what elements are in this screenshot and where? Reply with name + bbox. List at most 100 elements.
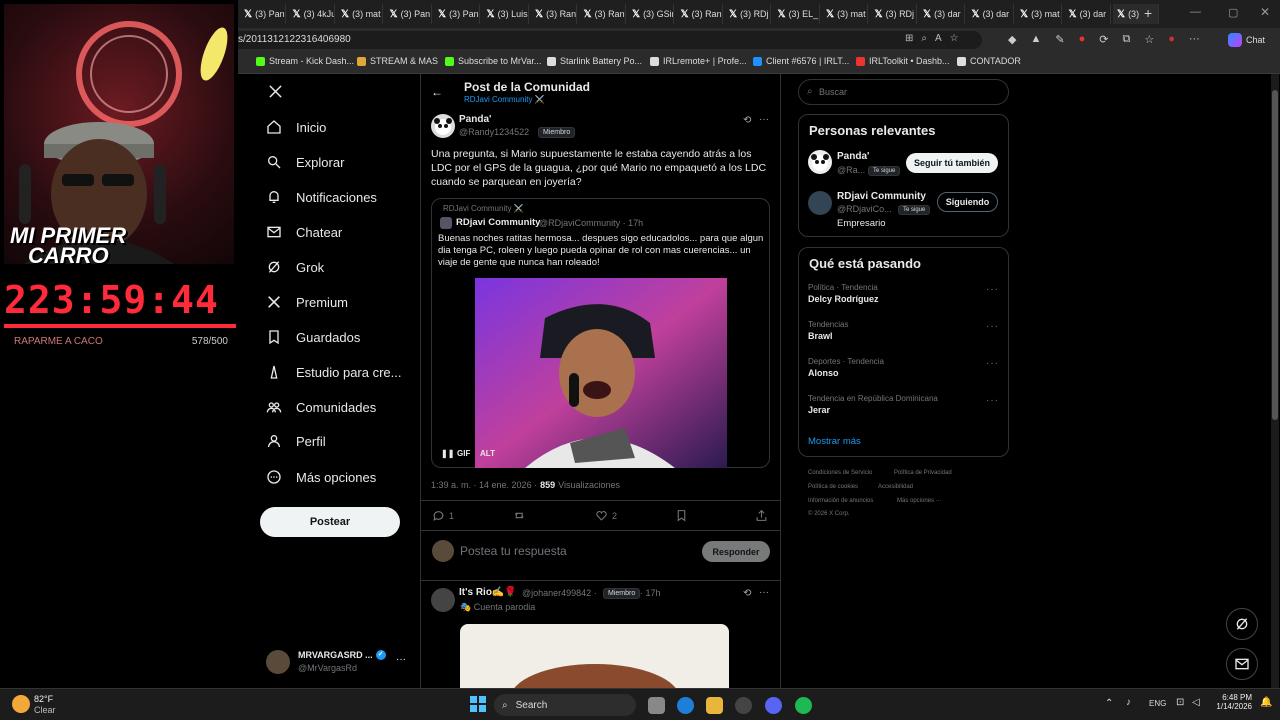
post-button[interactable]: Postear bbox=[260, 507, 400, 537]
avatar[interactable] bbox=[808, 150, 832, 174]
extensions-icon[interactable]: ⧉ bbox=[1122, 33, 1130, 46]
zoom-icon[interactable]: ⌕ bbox=[921, 33, 927, 44]
avatar[interactable] bbox=[808, 191, 832, 215]
trend-item[interactable]: Deportes · Tendencia Alonso bbox=[808, 357, 884, 378]
footer-link[interactable]: Más opciones ··· bbox=[897, 498, 942, 504]
more-icon[interactable]: ··· bbox=[986, 284, 999, 295]
minimize-button[interactable]: — bbox=[1190, 6, 1201, 18]
profile-avatar[interactable]: ● bbox=[1168, 33, 1175, 46]
share-action[interactable] bbox=[755, 509, 768, 522]
footer-link[interactable]: Política de Privacidad bbox=[894, 470, 952, 476]
nav-item-home[interactable]: Inicio bbox=[266, 119, 326, 135]
nav-item-premium[interactable]: Premium bbox=[266, 294, 348, 310]
tray-chevron-icon[interactable]: ⌃ bbox=[1105, 698, 1113, 709]
more-icon[interactable]: ··· bbox=[1189, 33, 1200, 46]
browser-tab[interactable]: 𝕏 (3) Ran bbox=[677, 4, 723, 24]
messages-fab[interactable] bbox=[1226, 648, 1258, 680]
nav-item-chat[interactable]: Chatear bbox=[266, 224, 342, 240]
community-link[interactable]: RDJavi Community ⚔️ bbox=[464, 95, 545, 104]
browser-tab[interactable]: 𝕏 (3) Luis bbox=[483, 4, 529, 24]
browser-tab[interactable]: 𝕏 (3) Pan bbox=[240, 4, 286, 24]
network-icon[interactable]: ⊡ bbox=[1176, 697, 1184, 708]
browser-tab[interactable]: 𝕏 (3) 4kJu bbox=[289, 4, 335, 24]
bookmark-item[interactable]: STREAM & MAS bbox=[357, 56, 438, 66]
weather-icon[interactable] bbox=[12, 695, 30, 713]
browser-tab[interactable]: 𝕏 (3) mat bbox=[337, 4, 383, 24]
favorite-star-icon[interactable]: ☆ bbox=[950, 33, 959, 44]
nav-item-creator-studio[interactable]: Estudio para cre... bbox=[266, 364, 402, 380]
install-app-icon[interactable]: ⊞ bbox=[905, 33, 913, 44]
post-handle[interactable]: @Randy1234522 bbox=[459, 127, 529, 137]
clock[interactable]: 6:48 PM 1/14/2026 bbox=[1212, 693, 1252, 711]
post-media[interactable] bbox=[460, 624, 729, 688]
browser-tab[interactable]: 𝕏 (3) RDj bbox=[871, 4, 917, 24]
person-name[interactable]: Panda' bbox=[837, 151, 869, 162]
more-icon[interactable]: ··· bbox=[396, 654, 406, 665]
edge-icon[interactable] bbox=[677, 697, 694, 714]
more-icon[interactable]: ··· bbox=[759, 587, 769, 598]
post-handle[interactable]: @johaner499842 · bbox=[522, 588, 597, 598]
copilot-chat-button[interactable]: Chat bbox=[1228, 33, 1265, 47]
person-handle[interactable]: @RDjaviCo... bbox=[837, 204, 892, 214]
browser-tab[interactable]: 𝕏 (3) dar bbox=[968, 4, 1014, 24]
gif-media[interactable] bbox=[475, 278, 727, 468]
post-author[interactable]: It's Rio✍️🌹 bbox=[459, 587, 517, 598]
nav-item-profile[interactable]: Perfil bbox=[266, 433, 326, 449]
extension-icon[interactable]: ● bbox=[1079, 33, 1086, 46]
browser-tab[interactable]: 𝕏 (3) GSin bbox=[628, 4, 674, 24]
spotify-icon[interactable] bbox=[795, 697, 812, 714]
volume-icon[interactable]: ◁ bbox=[1192, 697, 1200, 708]
like-action[interactable]: 2 bbox=[595, 509, 617, 522]
browser-tab[interactable]: 𝕏 (3) EL_ bbox=[774, 4, 820, 24]
bookmark-item[interactable]: Stream - Kick Dash... bbox=[256, 56, 354, 66]
post-author[interactable]: Panda' bbox=[459, 114, 491, 125]
avatar[interactable] bbox=[431, 114, 455, 138]
bookmark-action[interactable] bbox=[675, 509, 688, 522]
bookmark-item[interactable]: Subscribe to MrVar... bbox=[445, 56, 541, 66]
obs-icon[interactable] bbox=[735, 697, 752, 714]
grok-icon[interactable]: ⟲ bbox=[743, 115, 751, 126]
discord-icon[interactable] bbox=[765, 697, 782, 714]
close-window-button[interactable]: ✕ bbox=[1260, 5, 1270, 19]
x-logo-icon[interactable] bbox=[268, 84, 283, 99]
extension-icon[interactable]: ✎ bbox=[1055, 33, 1064, 46]
account-switcher[interactable]: MRVARGASRD ... ✓ @MrVargasRd ··· bbox=[266, 648, 416, 678]
bookmark-item[interactable]: IRLToolkit • Dashb... bbox=[856, 56, 950, 66]
follow-back-button[interactable]: Seguir tú también bbox=[906, 153, 998, 173]
reply-button[interactable]: Responder bbox=[702, 541, 770, 562]
trend-item[interactable]: Tendencias Brawl bbox=[808, 320, 848, 341]
read-aloud-icon[interactable]: A bbox=[935, 33, 942, 44]
nav-item-more-options[interactable]: Más opciones bbox=[266, 469, 376, 485]
notifications-icon[interactable]: 🔔 bbox=[1260, 697, 1272, 708]
trend-item[interactable]: Política · Tendencia Delcy Rodríguez bbox=[808, 283, 879, 304]
nav-item-grok[interactable]: Grok bbox=[266, 259, 324, 275]
grok-fab[interactable] bbox=[1226, 608, 1258, 640]
nav-item-bookmarks[interactable]: Guardados bbox=[266, 329, 360, 345]
search-input[interactable]: ⌕ Buscar bbox=[798, 79, 1009, 105]
footer-link[interactable]: Información de anuncios bbox=[808, 498, 873, 504]
browser-tab[interactable]: 𝕏 (3) Pan bbox=[434, 4, 480, 24]
repost-action[interactable] bbox=[513, 509, 526, 522]
file-explorer-icon[interactable] bbox=[706, 697, 723, 714]
trend-item[interactable]: Tendencia en República Dominicana Jerar bbox=[808, 394, 938, 415]
browser-tab[interactable]: 𝕏 (3) Ran bbox=[580, 4, 626, 24]
person-handle[interactable]: @Ra... bbox=[837, 165, 865, 175]
nav-item-notifications[interactable]: Notificaciones bbox=[266, 189, 377, 205]
maximize-button[interactable]: ▢ bbox=[1228, 6, 1238, 19]
show-more-link[interactable]: Mostrar más bbox=[808, 436, 861, 447]
bookmark-item[interactable]: IRLremote+ | Profe... bbox=[650, 56, 747, 66]
grok-icon[interactable]: ⟲ bbox=[743, 588, 751, 599]
footer-link[interactable]: Condiciones de Servicio bbox=[808, 470, 872, 476]
nav-item-explore[interactable]: Explorar bbox=[266, 154, 344, 170]
avatar[interactable] bbox=[431, 588, 455, 612]
bookmark-item[interactable]: CONTADOR bbox=[957, 56, 1021, 66]
person-name[interactable]: RDjavi Community bbox=[837, 191, 926, 202]
url-field[interactable]: s/2011312122316406980 bbox=[230, 31, 982, 49]
more-icon[interactable]: ··· bbox=[986, 358, 999, 369]
footer-link[interactable]: Política de cookies bbox=[808, 484, 858, 490]
more-icon[interactable]: ··· bbox=[986, 321, 999, 332]
more-icon[interactable]: ··· bbox=[986, 395, 999, 406]
extension-icon[interactable]: ◆ bbox=[1008, 33, 1016, 46]
browser-tab[interactable]: 𝕏 (3) mat bbox=[1016, 4, 1062, 24]
reply-input[interactable]: Postea tu respuesta bbox=[460, 544, 567, 558]
